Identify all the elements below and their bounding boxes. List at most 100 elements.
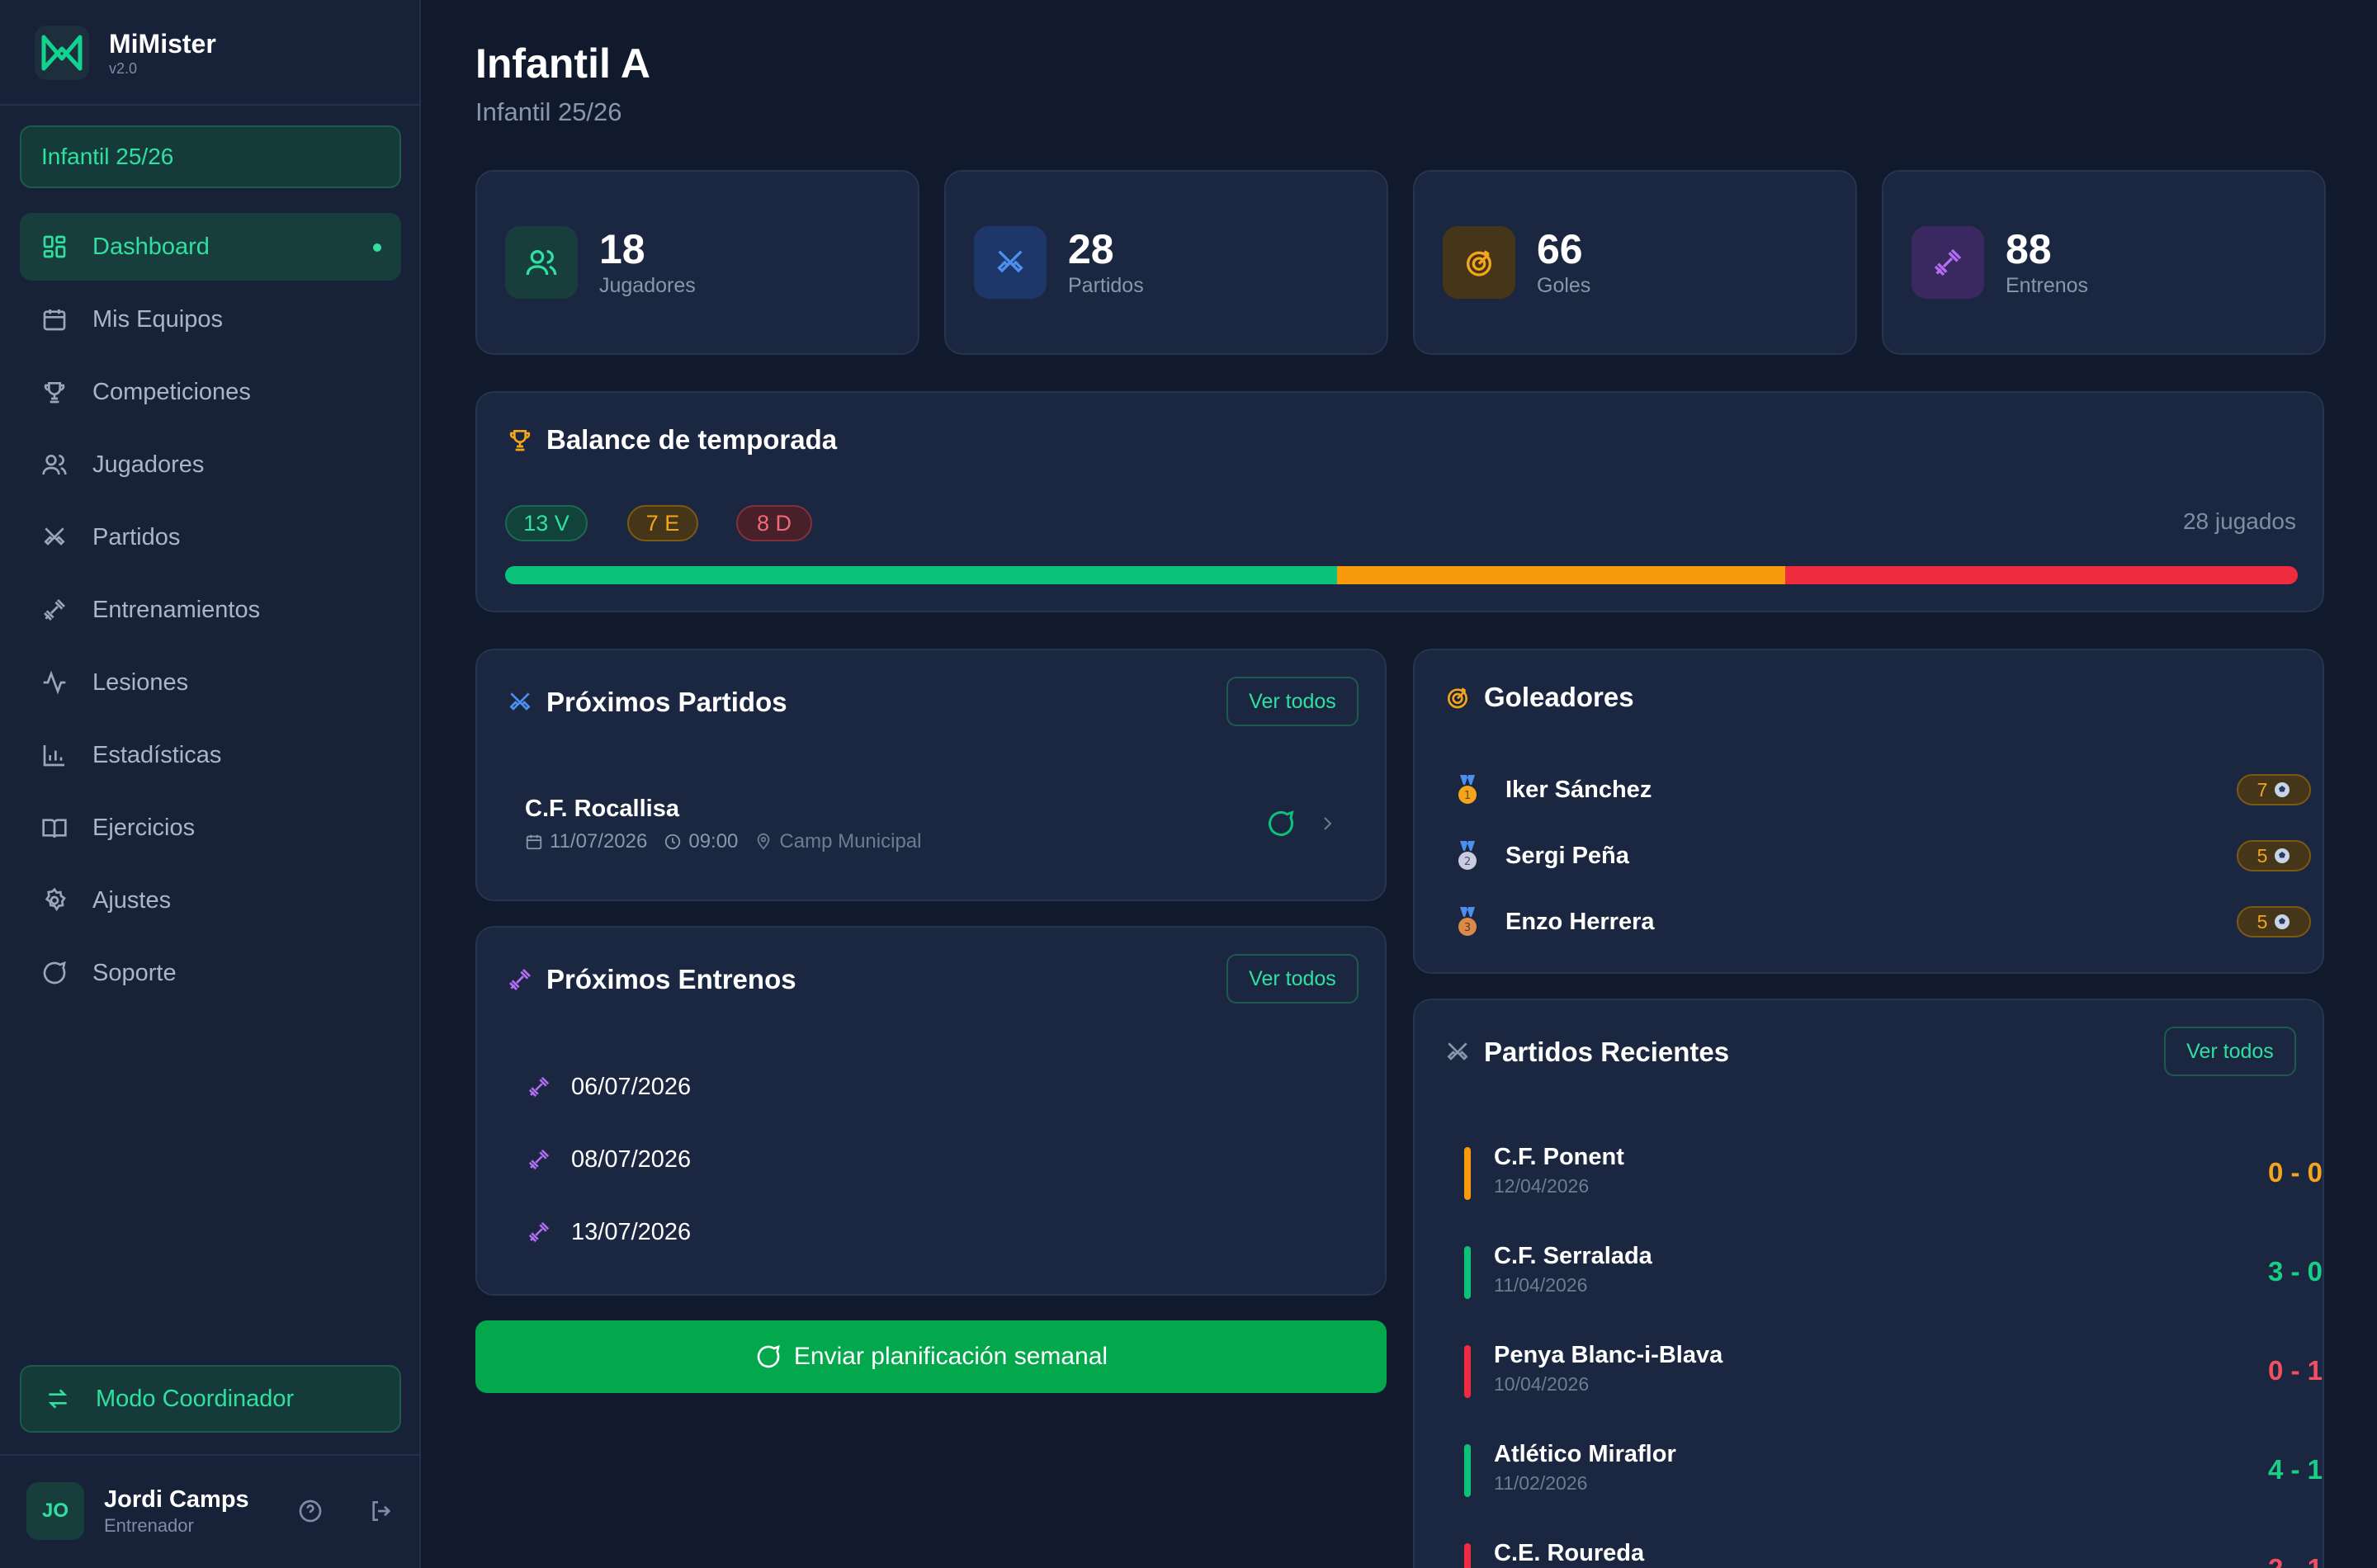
scorers-title: Goleadores	[1484, 682, 1634, 712]
sidebar-item-entrenamientos[interactable]: Entrenamientos	[20, 576, 401, 644]
trophy-icon	[505, 425, 535, 455]
table-row[interactable]: C.F. Serralada 11/04/2026 3 - 0	[1464, 1243, 2323, 1302]
table-row[interactable]: Penya Blanc-i-Blava 10/04/2026 0 - 1	[1464, 1342, 2323, 1401]
list-item[interactable]: 1 Iker Sánchez 7	[1453, 769, 2311, 810]
app: MiMister v2.0 Infantil 25/26 Dashboard M…	[0, 0, 2377, 1568]
card-title: Próximos Partidos	[505, 687, 787, 718]
match-rival: Penya Blanc-i-Blava	[1494, 1342, 1723, 1368]
location-pin-icon	[758, 833, 770, 850]
send-weekly-plan-label: Enviar planificación semanal	[793, 1343, 1108, 1370]
wins-badge: 13 V	[505, 505, 588, 541]
sidebar-item-ajustes[interactable]: Ajustes	[20, 867, 401, 934]
stat-card-trainings[interactable]: 88 Entrenos	[1882, 170, 2326, 355]
played-count: 28 jugados	[2182, 508, 2296, 534]
sidebar-item-soporte[interactable]: Soporte	[20, 939, 401, 1007]
send-weekly-plan-button[interactable]: Enviar planificación semanal	[475, 1320, 1387, 1393]
medal-rank: 1	[1464, 790, 1471, 802]
match-score: 0 - 0	[2267, 1157, 2323, 1188]
logout-icon[interactable]	[365, 1495, 398, 1528]
whatsapp-share-icon[interactable]	[1266, 809, 1296, 843]
card-title: Goleadores	[1443, 682, 1634, 713]
sidebar-item-mis-equipos[interactable]: Mis Equipos	[20, 286, 401, 353]
user-profile: JO Jordi Camps Entrenador	[26, 1481, 398, 1542]
dumbbell-icon	[525, 1145, 553, 1174]
training-date: 13/07/2026	[571, 1218, 692, 1245]
stat-card-matches[interactable]: 28 Partidos	[944, 170, 1388, 355]
scorer-name: Enzo Herrera	[1505, 908, 1655, 935]
stat-label: Partidos	[1068, 274, 1144, 297]
match-score: 3 - 0	[2267, 1256, 2323, 1287]
list-item[interactable]: 06/07/2026	[525, 1066, 691, 1108]
stat-card-players[interactable]: 18 Jugadores	[475, 170, 919, 355]
sidebar-item-ejercicios[interactable]: Ejercicios	[20, 794, 401, 862]
calendar-icon	[526, 834, 542, 850]
page-title: Infantil A	[475, 40, 651, 87]
sidebar-item-label: Competiciones	[92, 378, 251, 405]
upcoming-matches-title: Próximos Partidos	[546, 687, 787, 717]
goals-badge: 5	[2237, 906, 2311, 937]
list-item[interactable]: 13/07/2026	[525, 1211, 691, 1253]
stat-card-goals[interactable]: 66 Goles	[1413, 170, 1857, 355]
sidebar-item-label: Partidos	[92, 523, 181, 550]
chevron-right-icon[interactable]	[1317, 814, 1337, 838]
sidebar-item-dashboard[interactable]: Dashboard	[20, 213, 401, 281]
next-match-rival[interactable]: C.F. Rocallisa	[525, 796, 679, 823]
result-indicator	[1464, 1345, 1471, 1398]
coordinator-mode-button[interactable]: Modo Coordinador	[20, 1365, 401, 1433]
see-all-trainings-button[interactable]: Ver todos	[1226, 954, 1359, 1004]
result-indicator	[1464, 1444, 1471, 1497]
sidebar-item-lesiones[interactable]: Lesiones	[20, 649, 401, 716]
stat-value: 18	[599, 226, 645, 272]
sidebar-item-label: Ejercicios	[92, 814, 196, 841]
top-scorers-card: Goleadores 1 Iker Sánchez 7 2 Sergi Peña	[1413, 649, 2324, 974]
soccer-ball-icon	[2274, 782, 2290, 798]
dumbbell-icon	[505, 965, 535, 994]
balance-title: Balance de temporada	[546, 424, 838, 455]
main-content: Infantil A Infantil 25/26 18 Jugadores 2…	[475, 0, 2326, 1568]
dumbbell-icon	[525, 1218, 553, 1246]
sidebar-item-jugadores[interactable]: Jugadores	[20, 431, 401, 498]
see-all-matches-button[interactable]: Ver todos	[1226, 677, 1359, 726]
stat-label: Goles	[1537, 274, 1591, 297]
brand[interactable]: MiMister v2.0	[35, 23, 216, 83]
help-icon[interactable]	[294, 1495, 327, 1528]
season-balance-card: Balance de temporada 13 V 7 E 8 D 28 jug…	[475, 391, 2324, 612]
upcoming-trainings-card: Próximos Entrenos Ver todos 06/07/2026 0…	[475, 926, 1387, 1296]
swap-icon	[43, 1384, 73, 1414]
match-score: 0 - 1	[2267, 1355, 2323, 1386]
divider	[0, 1454, 419, 1456]
list-item[interactable]: 08/07/2026	[525, 1139, 691, 1180]
see-all-recent-button[interactable]: Ver todos	[2164, 1027, 2296, 1076]
chat-icon	[40, 958, 69, 988]
match-date: 11/04/2026	[1494, 1274, 1588, 1296]
list-item[interactable]: 2 Sergi Peña 5	[1453, 835, 2311, 876]
match-date: 11/02/2026	[1494, 1472, 1588, 1494]
dashboard-icon	[40, 232, 69, 262]
users-icon	[505, 226, 578, 299]
next-match-meta: 11/07/2026 09:00 Camp Municipal	[525, 830, 938, 853]
sidebar: MiMister v2.0 Infantil 25/26 Dashboard M…	[0, 0, 421, 1568]
card-title: Balance de temporada	[505, 424, 837, 456]
stat-value: 28	[1068, 226, 1114, 272]
swords-icon	[40, 522, 69, 552]
target-icon	[1443, 226, 1515, 299]
card-title: Próximos Entrenos	[505, 964, 796, 995]
sidebar-item-partidos[interactable]: Partidos	[20, 503, 401, 571]
table-row[interactable]: C.E. Roureda 2 - 1	[1464, 1540, 2323, 1568]
table-row[interactable]: Atlético Miraflor 11/02/2026 4 - 1	[1464, 1441, 2323, 1500]
sidebar-item-label: Estadísticas	[92, 741, 222, 768]
scorer-name: Sergi Peña	[1505, 842, 1629, 869]
season-selector[interactable]: Infantil 25/26	[20, 125, 401, 188]
results-bar-wins	[505, 566, 1338, 584]
table-row[interactable]: C.F. Ponent 12/04/2026 0 - 0	[1464, 1144, 2323, 1203]
sidebar-item-estadisticas[interactable]: Estadísticas	[20, 721, 401, 789]
coordinator-mode-label: Modo Coordinador	[96, 1385, 295, 1412]
sidebar-item-competiciones[interactable]: Competiciones	[20, 358, 401, 426]
results-bar	[505, 566, 2298, 584]
users-icon	[40, 450, 69, 479]
list-item[interactable]: 3 Enzo Herrera 5	[1453, 901, 2311, 942]
next-match-venue: Camp Municipal	[779, 830, 922, 852]
avatar[interactable]: JO	[26, 1482, 84, 1540]
soccer-ball-icon	[2274, 914, 2290, 930]
next-match-time: 09:00	[688, 830, 739, 852]
